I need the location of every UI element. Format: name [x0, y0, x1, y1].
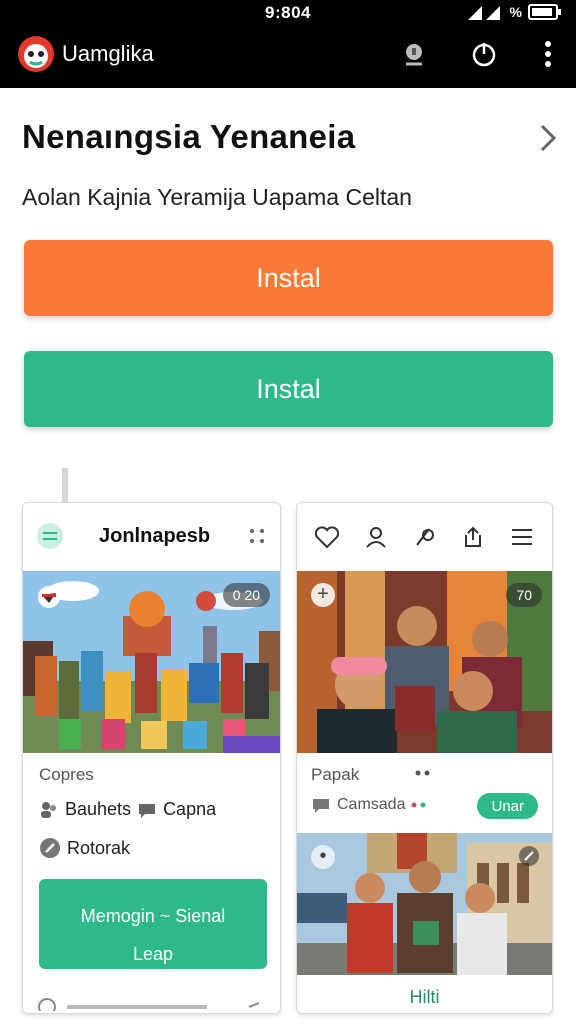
event-card[interactable]: Jonlnapesb 0 20 Copres Bauhets Capna Rot… [22, 502, 281, 1014]
chevron-right-icon[interactable] [536, 120, 562, 156]
card-header: Jonlnapesb [23, 503, 280, 571]
card-actions [297, 503, 552, 571]
people-icon [41, 801, 56, 818]
pin-icon[interactable]: • [311, 845, 335, 869]
photo-badge: 0 20 [222, 583, 270, 607]
install-button-secondary[interactable]: Instal [24, 351, 553, 427]
comment-icon [313, 799, 329, 813]
edit-icon[interactable] [410, 523, 438, 551]
pen-icon [40, 838, 60, 858]
signal-icon [467, 6, 500, 20]
photo-card[interactable]: + 70 Papak Camsada Unar • Hilti [296, 502, 553, 1014]
logo-icon[interactable] [16, 34, 56, 74]
page-title: Nenaıngsia Yenaneia [22, 118, 356, 155]
meta-label: Bauhets [65, 799, 132, 819]
event-photo[interactable]: 0 20 [23, 571, 280, 753]
status-bar: 9:804 % [0, 0, 576, 26]
section-label: Copres [39, 765, 94, 784]
card-title: Jonlnapesb [99, 525, 211, 547]
grid-dots-icon[interactable] [248, 525, 268, 549]
menu-icon[interactable] [508, 523, 536, 551]
status-pill[interactable]: Unar [477, 793, 538, 819]
app-title: Uamglika [62, 41, 154, 66]
comment-label: Camsada [337, 796, 406, 813]
card-footer: Hilti [409, 987, 440, 1007]
join-button[interactable]: Memogin ~ Sienal Leap [39, 879, 267, 969]
battery-icon [528, 4, 561, 20]
share-icon[interactable] [459, 523, 487, 551]
add-icon[interactable]: + [311, 583, 335, 607]
meta-label: Rotorak [67, 837, 131, 858]
meta-row: Rotorak [39, 837, 130, 859]
page-subtitle: Aolan Kajnia Yeramija Uapama Celtan [22, 184, 412, 210]
cta-line-1: Memogin ~ Sienal [80, 906, 226, 926]
flag-icon [38, 586, 60, 608]
meta-label: Capna [163, 799, 217, 819]
cta-line-2: Leap [132, 944, 174, 964]
equalizer-icon [37, 523, 63, 549]
app-bar: Uamglika [0, 26, 576, 88]
group-photo[interactable]: + 70 [297, 571, 552, 753]
battery-percent: % [509, 4, 522, 20]
power-icon[interactable] [468, 38, 500, 70]
photo-badge: 70 [506, 583, 542, 607]
badge-icon[interactable] [398, 38, 430, 70]
more-vert-icon[interactable] [532, 38, 564, 70]
dots-colored-icon [411, 802, 426, 808]
user-icon[interactable] [362, 523, 390, 551]
heart-icon[interactable] [313, 523, 341, 551]
section-label: Papak [311, 765, 360, 784]
dots-icon [415, 770, 430, 776]
second-photo[interactable]: • [297, 833, 552, 975]
chat-icon [139, 803, 156, 818]
install-button-primary[interactable]: Instal [24, 240, 553, 316]
status-icons: % [467, 4, 562, 20]
comment-row: Camsada [311, 795, 427, 815]
scroll-indicator [62, 468, 68, 502]
expand-icon[interactable] [518, 845, 540, 867]
meta-row: Bauhets Capna [39, 799, 216, 820]
next-row-peek [37, 997, 267, 1013]
